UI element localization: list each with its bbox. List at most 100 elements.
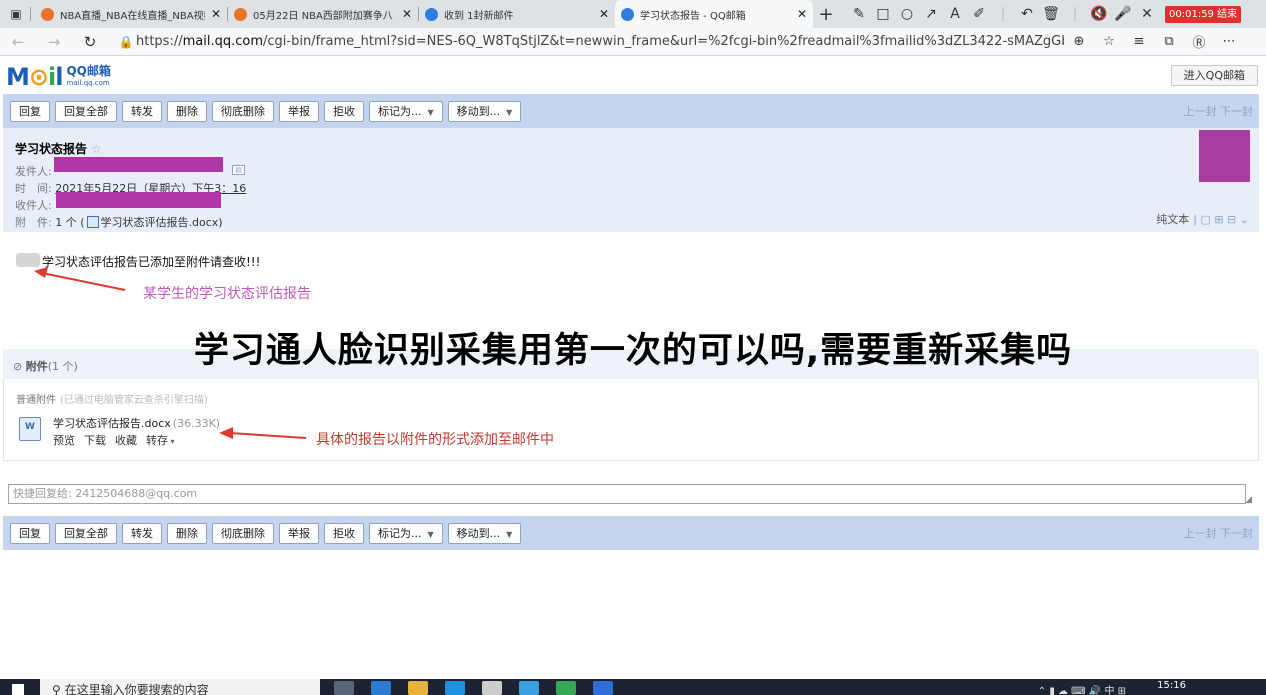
text-icon[interactable]: A	[943, 6, 967, 22]
mic-muted-icon[interactable]: 🎤	[1111, 6, 1135, 22]
app-icon[interactable]	[593, 681, 613, 695]
favorites-list-icon[interactable]: ≡	[1124, 34, 1154, 49]
reject-button[interactable]: 拒收	[324, 100, 364, 122]
reply-all-button[interactable]: 回复全部	[55, 522, 117, 544]
attachment-label: 附 件:	[15, 216, 52, 229]
delete-button[interactable]: 删除	[167, 100, 207, 122]
enter-qq-mail-button[interactable]: 进入QQ邮箱	[1170, 65, 1258, 86]
tab-title: 05月22日 NBA西部附加赛争八 文字	[253, 10, 396, 22]
resize-grip-icon[interactable]: ◢	[1245, 495, 1252, 505]
dropdown-caret-icon: ▼	[506, 107, 513, 117]
speaker-muted-icon[interactable]: 🔇	[1087, 6, 1111, 22]
mark-as-dropdown[interactable]: 标记为... ▼	[369, 100, 443, 122]
store-icon[interactable]	[482, 681, 502, 695]
highlighter-icon[interactable]: ✐	[967, 6, 991, 22]
file-explorer-icon[interactable]	[408, 681, 428, 695]
taskbar-clock[interactable]: 15:16	[1157, 680, 1186, 691]
taskbar-apps	[334, 681, 613, 695]
reject-button[interactable]: 拒收	[324, 522, 364, 544]
close-icon[interactable]: ✕	[1135, 6, 1159, 22]
report-button[interactable]: 举报	[279, 100, 319, 122]
task-view-icon[interactable]	[334, 681, 354, 695]
qq-mail-logo[interactable]: M⊙il QQ邮箱 mail.qq.com	[6, 65, 111, 89]
close-tab-icon[interactable]: ✕	[211, 7, 221, 21]
prev-next-links[interactable]: 上一封 下一封	[1184, 103, 1254, 119]
attachment-link[interactable]: 学习状态评估报告.docx	[101, 216, 219, 229]
logo-title: QQ邮箱	[66, 64, 111, 78]
edge-icon[interactable]	[371, 681, 391, 695]
redacted-recipient	[56, 192, 221, 208]
mail-subject: 学习状态报告 ☆	[15, 140, 102, 157]
undo-icon[interactable]: ↶	[1015, 6, 1039, 22]
tab-actions-icon[interactable]: ▣	[6, 4, 26, 24]
plain-text-toggle[interactable]: 纯文本 | ▢ ⊞ ⊟ ⌄	[1156, 211, 1249, 227]
reply-button[interactable]: 回复	[10, 100, 50, 122]
trash-icon[interactable]: 🗑	[1039, 6, 1063, 22]
delete-button[interactable]: 删除	[167, 522, 207, 544]
report-button[interactable]: 举报	[279, 522, 319, 544]
delete-forever-button[interactable]: 彻底删除	[212, 522, 274, 544]
mail-app-icon[interactable]	[445, 681, 465, 695]
lock-icon[interactable]: 🔒	[116, 35, 136, 49]
close-tab-icon[interactable]: ✕	[402, 7, 412, 21]
system-tray[interactable]: ⌃ ▮ ☁ ⌨ 🔊 中 ⊞	[1038, 682, 1126, 695]
browser-tab-study-report[interactable]: 学习状态报告 - QQ邮箱 ✕	[615, 0, 813, 28]
url-field[interactable]: 🔒 https://mail.qq.com/cgi-bin/frame_html…	[116, 31, 1064, 53]
tab-title: 学习状态报告 - QQ邮箱	[640, 10, 746, 22]
new-tab-icon[interactable]: +	[813, 4, 839, 25]
back-arrow-icon[interactable]: ←	[0, 33, 36, 51]
more-menu-icon[interactable]: ⋯	[1214, 34, 1244, 49]
to-row: 收件人:	[15, 197, 52, 213]
close-tab-icon[interactable]: ✕	[599, 7, 609, 21]
dropdown-caret-icon: ▼	[427, 107, 434, 117]
rectangle-icon[interactable]: □	[871, 6, 895, 22]
annotation-arrow-2	[219, 427, 307, 439]
windows-start-icon[interactable]	[12, 684, 24, 695]
subject-text: 学习状态报告	[15, 142, 88, 156]
preview-link[interactable]: 预览	[53, 432, 75, 448]
mail-logo-mark: M⊙il	[6, 63, 64, 91]
attachments-box: 普通附件 (已通过电脑管家云查杀引擎扫描) 学习状态评估报告.docx(36.33…	[3, 379, 1259, 461]
word-file-icon[interactable]	[19, 417, 41, 441]
dropdown-caret-icon: ▾	[168, 437, 175, 446]
download-link[interactable]: 下载	[84, 432, 106, 448]
zoom-icon[interactable]: ⊕	[1064, 34, 1094, 49]
ime-indicator[interactable]: 中	[1104, 686, 1114, 695]
pen-icon[interactable]: ✎	[847, 6, 871, 22]
browser-tab-nba-live[interactable]: NBA直播_NBA在线直播_NBA视频 ✕	[35, 0, 227, 28]
forward-arrow-icon[interactable]: →	[36, 33, 72, 51]
forward-button[interactable]: 转发	[122, 100, 162, 122]
prev-next-links[interactable]: 上一封 下一封	[1184, 525, 1254, 541]
browser-tab-new-mail[interactable]: 收到 1封新邮件 ✕	[419, 0, 615, 28]
refresh-icon[interactable]: ↻	[72, 33, 108, 51]
favorite-link[interactable]: 收藏	[115, 432, 137, 448]
save-to-dropdown[interactable]: 转存 ▾	[146, 432, 175, 448]
browser-tab-nba-game[interactable]: 05月22日 NBA西部附加赛争八 文字 ✕	[228, 0, 418, 28]
reply-all-button[interactable]: 回复全部	[55, 100, 117, 122]
quick-reply-input[interactable]: 快捷回复给: 2412504688@qq.com	[8, 484, 1246, 504]
url-text[interactable]: https://mail.qq.com/cgi-bin/frame_html?s…	[136, 34, 1064, 49]
delete-forever-button[interactable]: 彻底删除	[212, 100, 274, 122]
arrow-icon[interactable]: ↗	[919, 6, 943, 22]
reply-button[interactable]: 回复	[10, 522, 50, 544]
address-bar: ← → ↻ 🔒 https://mail.qq.com/cgi-bin/fram…	[0, 28, 1266, 56]
close-tab-icon[interactable]: ✕	[797, 7, 807, 21]
attachment-file-name[interactable]: 学习状态评估报告.docx	[53, 417, 171, 430]
mark-as-dropdown[interactable]: 标记为... ▼	[369, 522, 443, 544]
pycharm-icon[interactable]	[556, 681, 576, 695]
move-to-dropdown[interactable]: 移动到... ▼	[447, 522, 522, 544]
nba-site-icon	[41, 7, 54, 21]
taskbar-search[interactable]: ⚲ 在这里输入你要搜索的内容	[40, 679, 320, 695]
profile-icon[interactable]: Ⓡ	[1184, 32, 1214, 51]
app-icon[interactable]	[519, 681, 539, 695]
forward-button[interactable]: 转发	[122, 522, 162, 544]
contact-card-icon[interactable]: ▤	[232, 165, 245, 175]
move-to-dropdown[interactable]: 移动到... ▼	[447, 100, 522, 122]
recording-end-button[interactable]: 00:01:59 结束	[1165, 5, 1242, 23]
sender-avatar[interactable]	[1199, 130, 1250, 182]
favorite-add-icon[interactable]: ☆	[1094, 34, 1124, 49]
star-icon[interactable]: ☆	[91, 142, 102, 156]
print-view-icons[interactable]: | ▢ ⊞ ⊟ ⌄	[1193, 213, 1249, 226]
ellipse-icon[interactable]: ○	[895, 6, 919, 22]
collections-icon[interactable]: ⧉	[1154, 34, 1184, 49]
